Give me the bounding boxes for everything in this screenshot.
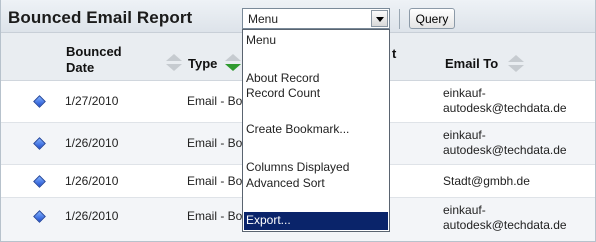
- row-bullet-icon: [33, 210, 46, 223]
- cell-type: Email - Bo: [187, 209, 243, 223]
- report-title: Bounced Email Report: [8, 8, 193, 27]
- menu-dropdown-list: Menu About Record Record Count Create Bo…: [242, 29, 390, 232]
- column-header-bounced-date[interactable]: Bounced Date: [66, 44, 141, 76]
- sort-email-to-icon[interactable]: [508, 55, 524, 75]
- cell-bounced-date: 1/26/2010: [65, 136, 119, 150]
- cell-email-to: einkauf-autodesk@techdata.de: [443, 86, 567, 115]
- menu-select[interactable]: Menu: [242, 8, 390, 29]
- cell-bounced-date: 1/26/2010: [65, 174, 119, 188]
- menu-select-value: Menu: [248, 12, 279, 26]
- cell-email-to: einkauf-autodesk@techdata.de: [443, 128, 567, 157]
- cell-type: Email - Bo: [187, 174, 243, 188]
- column-header-email-to[interactable]: Email To: [445, 56, 498, 72]
- cell-email-to: einkauf-autodesk@techdata.de: [443, 203, 567, 232]
- dropdown-arrow-icon[interactable]: [371, 10, 388, 27]
- menu-item-menu[interactable]: Menu: [244, 33, 388, 48]
- cell-email-to: Stadt@gmbh.de: [443, 174, 530, 188]
- row-bullet-icon: [33, 175, 46, 188]
- menu-item-columns-displayed[interactable]: Columns Displayed: [244, 160, 388, 175]
- menu-item-about-record[interactable]: About Record: [244, 71, 388, 86]
- menu-item-record-count[interactable]: Record Count: [244, 86, 388, 101]
- cell-bounced-date: 1/27/2010: [65, 94, 119, 108]
- row-bullet-icon: [33, 95, 46, 108]
- menu-item-advanced-sort[interactable]: Advanced Sort: [244, 176, 388, 191]
- sort-bounced-date-icon[interactable]: [166, 54, 182, 74]
- menu-item-create-bookmark[interactable]: Create Bookmark...: [244, 122, 388, 137]
- cell-type: Email - Bo: [187, 136, 243, 150]
- bounced-email-report-panel: Bounced Email Report Menu Query Bounced …: [0, 0, 596, 242]
- cell-type: Email - Bo: [187, 94, 243, 108]
- sort-type-icon[interactable]: [225, 54, 241, 74]
- toolbar-divider: [399, 9, 400, 29]
- column-header-type[interactable]: Type: [188, 56, 217, 72]
- cell-bounced-date: 1/26/2010: [65, 209, 119, 223]
- menu-item-export[interactable]: Export...: [244, 212, 388, 230]
- row-bullet-icon: [33, 137, 46, 150]
- query-button[interactable]: Query: [409, 8, 455, 29]
- column-header-hidden-suffix: t: [392, 46, 397, 61]
